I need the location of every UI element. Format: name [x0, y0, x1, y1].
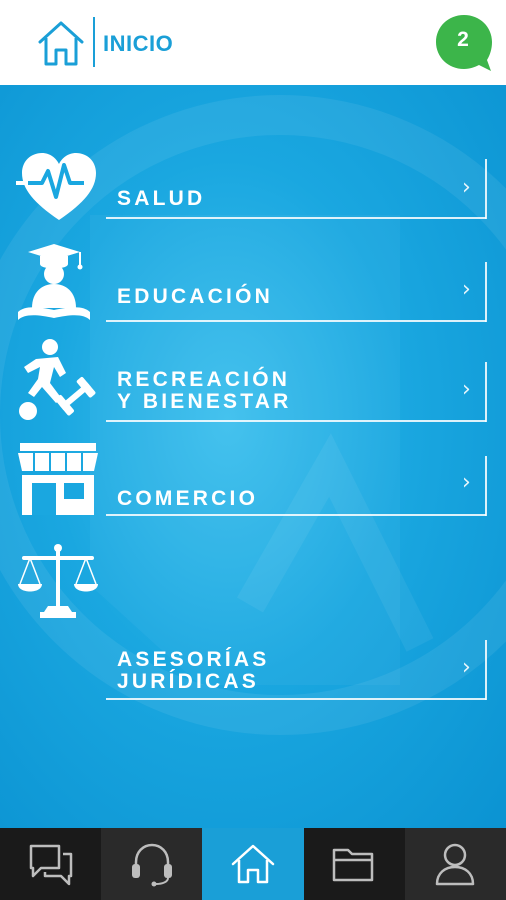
home-logo-icon[interactable]: [36, 18, 86, 68]
menu-item-asesorias[interactable]: ASESORÍAS JURÍDICAS ›: [0, 540, 506, 700]
main-menu-area: SALUD › EDUCACIÓN › RECREACIÓN Y BIENEST…: [0, 85, 506, 828]
menu-border: [485, 362, 487, 422]
tab-folder[interactable]: [304, 828, 405, 900]
menu-item-label: RECREACIÓN Y BIENESTAR: [117, 368, 292, 413]
chevron-right-icon: ›: [462, 655, 471, 680]
menu-item-comercio[interactable]: COMERCIO ›: [0, 440, 506, 540]
menu-item-recreacion[interactable]: RECREACIÓN Y BIENESTAR ›: [0, 339, 506, 445]
tab-support[interactable]: [101, 828, 203, 900]
bottom-tab-bar: [0, 828, 506, 900]
menu-underline: [106, 514, 486, 516]
chevron-right-icon: ›: [462, 470, 471, 495]
menu-underline: [106, 217, 486, 219]
menu-item-label: SALUD: [117, 187, 206, 210]
sports-icon: [19, 339, 96, 420]
menu-item-label: ASESORÍAS JURÍDICAS: [117, 648, 270, 693]
menu-item-salud[interactable]: SALUD ›: [0, 145, 506, 245]
tab-home[interactable]: [202, 828, 304, 900]
menu-border: [485, 159, 487, 219]
notification-count[interactable]: 2: [433, 28, 493, 52]
menu-item-educacion[interactable]: EDUCACIÓN ›: [0, 244, 506, 345]
chevron-right-icon: ›: [462, 277, 471, 302]
chat-icon: [29, 844, 72, 886]
home-icon: [231, 844, 275, 884]
headset-icon: [131, 843, 172, 887]
menu-border: [485, 640, 487, 700]
header-divider: [93, 17, 95, 67]
chevron-right-icon: ›: [462, 175, 471, 200]
menu-border: [485, 262, 487, 322]
page-title: INICIO: [103, 31, 174, 56]
menu-item-label: EDUCACIÓN: [117, 285, 273, 308]
menu-underline: [106, 420, 486, 422]
heart-pulse-icon: [16, 153, 96, 220]
menu-underline: [106, 698, 486, 700]
menu-item-label: COMERCIO: [117, 487, 259, 510]
user-icon: [436, 843, 475, 886]
store-icon: [18, 443, 98, 515]
folder-icon: [332, 848, 374, 882]
graduate-icon: [18, 244, 90, 320]
menu-border: [485, 456, 487, 516]
chevron-right-icon: ›: [462, 377, 471, 402]
menu-underline: [106, 320, 486, 322]
scales-icon: [18, 544, 98, 618]
app-header: INICIO 2: [0, 0, 506, 85]
tab-profile[interactable]: [404, 828, 506, 900]
tab-chat[interactable]: [0, 828, 101, 900]
